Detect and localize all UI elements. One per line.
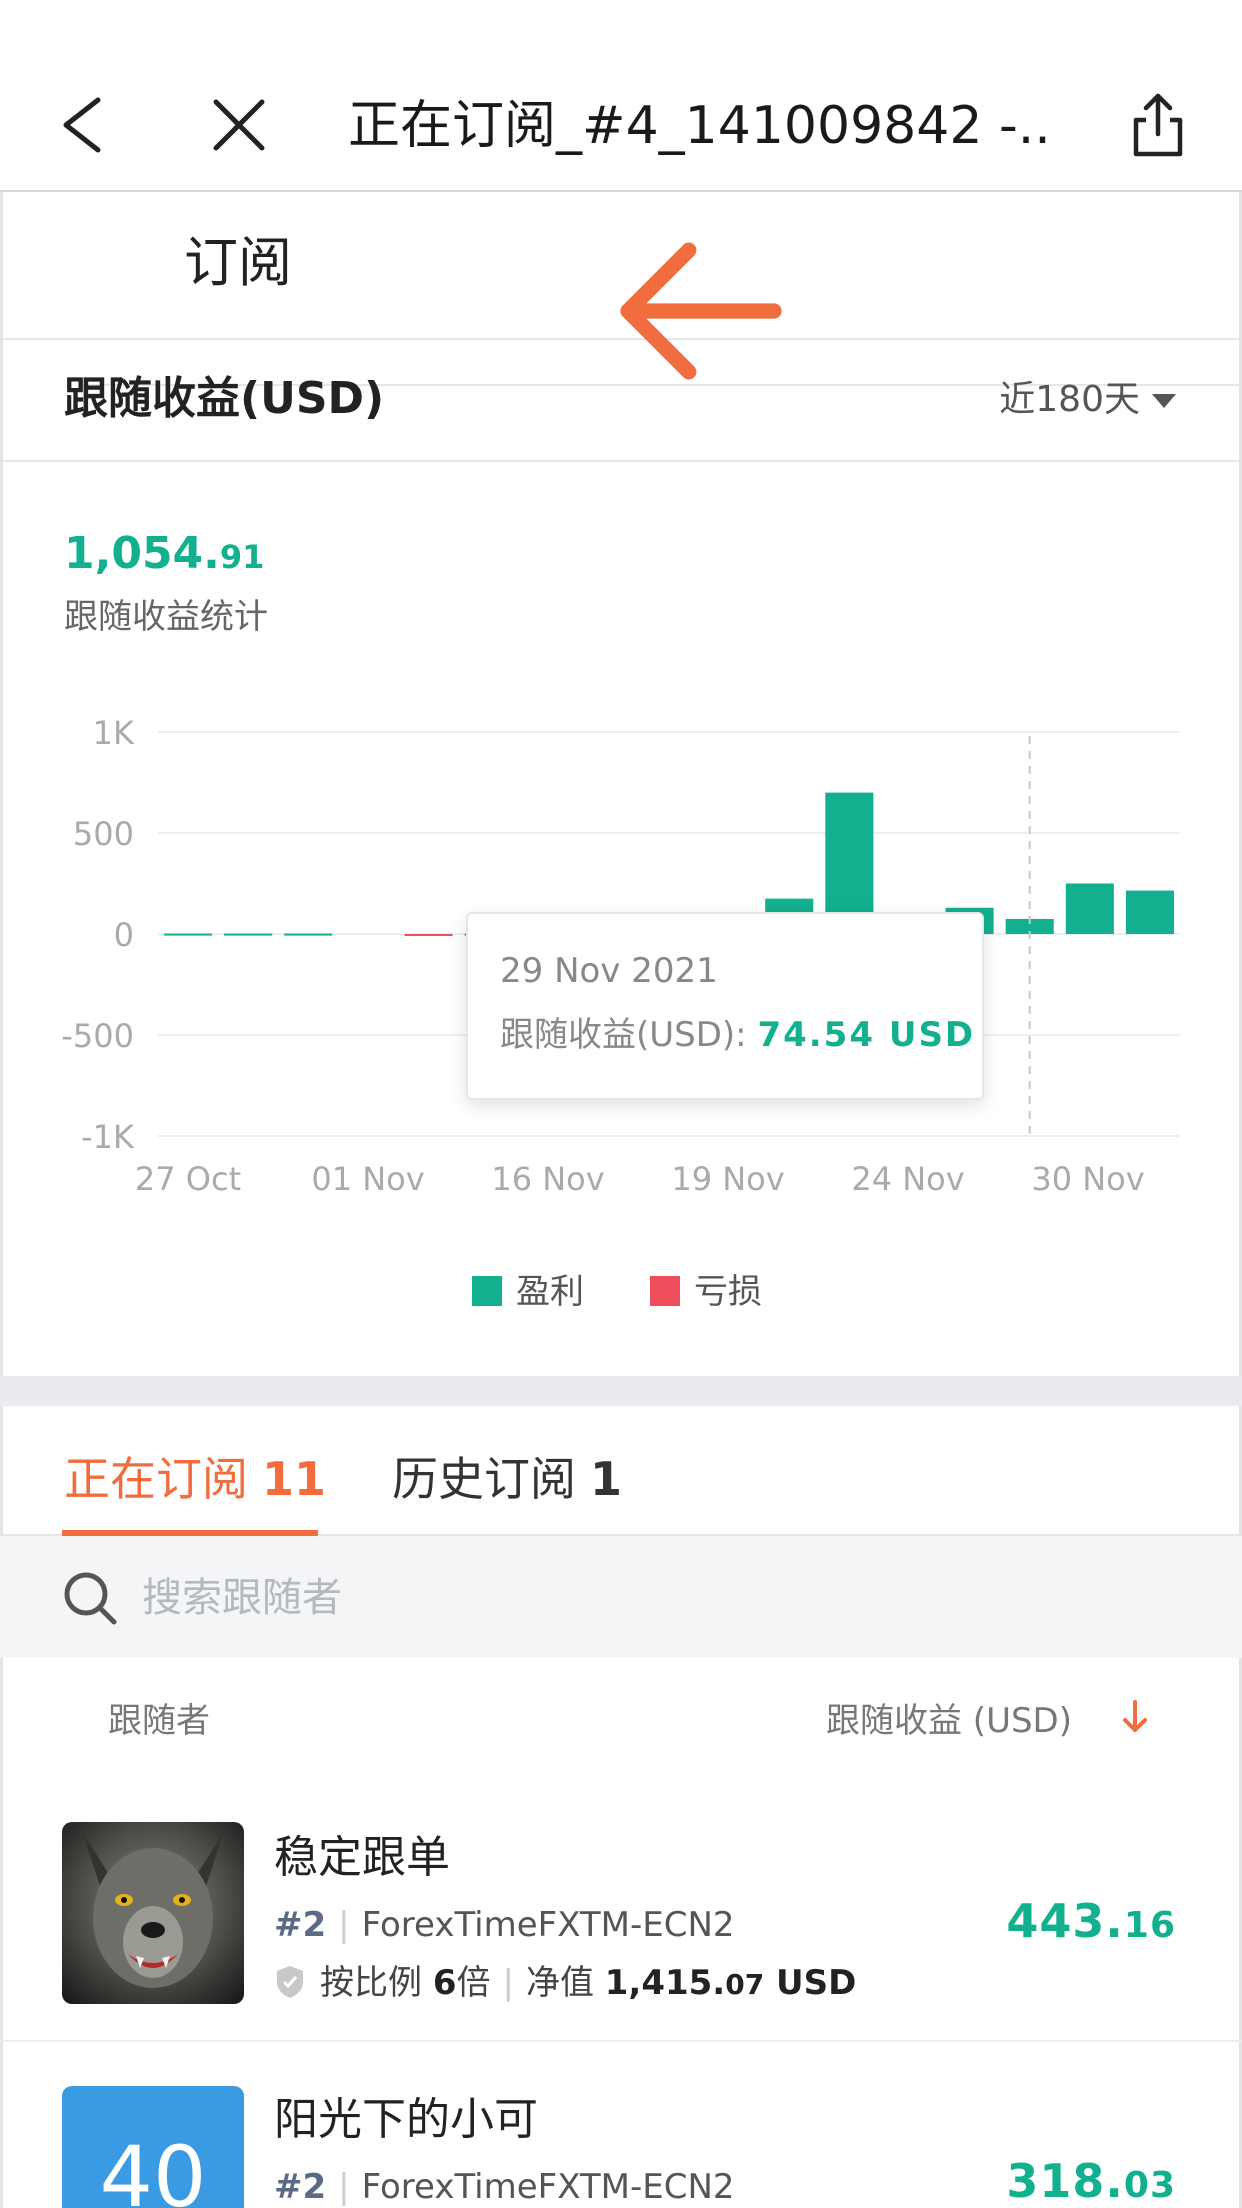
profit-dec: 03 xyxy=(1123,2165,1176,2206)
legend-swatch-profit xyxy=(472,1275,502,1306)
copy-mode-suffix: 倍 xyxy=(456,1963,491,2003)
legend-item-profit[interactable]: 盈利 xyxy=(472,1270,584,1314)
bar-profit xyxy=(164,933,213,936)
equity-dec: 07 xyxy=(725,1968,765,2001)
share-icon[interactable] xyxy=(1132,92,1184,158)
tab-count: 1 xyxy=(590,1452,623,1506)
close-icon[interactable] xyxy=(212,96,266,154)
x-tick-label: 24 Nov xyxy=(851,1160,964,1198)
section-divider xyxy=(0,1376,1242,1406)
equity-int: 1,415. xyxy=(604,1963,726,2003)
tooltip-label: 跟随收益(USD): xyxy=(500,1015,747,1055)
back-chevron-icon[interactable] xyxy=(58,96,104,154)
tab-label: 历史订阅 xyxy=(392,1452,576,1506)
follower-detail: 按比例 6倍 | 净值 1,415.07 USD xyxy=(274,1958,856,2010)
x-tick-label: 16 Nov xyxy=(491,1160,604,1198)
legend-label-profit: 盈利 xyxy=(516,1272,584,1312)
tab-count: 11 xyxy=(262,1452,327,1506)
separator: | xyxy=(338,2167,350,2207)
search-bar[interactable]: 搜索跟随者 xyxy=(0,1536,1242,1658)
total-int: 1,054. xyxy=(64,528,220,579)
profit-int: 443. xyxy=(1006,1894,1124,1948)
follower-profit: 318.03 xyxy=(1006,2154,1176,2208)
subheader-title: 订阅 xyxy=(184,231,292,294)
column-earnings[interactable]: 跟随收益 (USD) xyxy=(826,1696,1072,1746)
earnings-section-header: 跟随收益(USD) 近180天 xyxy=(0,340,1242,462)
list-item[interactable]: 稳定跟单 #2 | ForexTimeFXTM-ECN2 按比例 6倍 | 净值 1,4… xyxy=(0,1778,1242,2042)
legend-item-loss[interactable]: 亏损 xyxy=(650,1270,762,1314)
copy-multiplier: 6 xyxy=(432,1963,457,2003)
x-tick-label: 27 Oct xyxy=(135,1160,241,1198)
follower-name: 阳光下的小可 xyxy=(274,2094,538,2145)
rank-badge: #2 xyxy=(274,1905,327,1945)
equity-unit: USD xyxy=(776,1963,857,2003)
sort-down-arrow-icon[interactable] xyxy=(1120,1696,1150,1736)
avatar: 40 xyxy=(62,2086,244,2208)
rank-badge: #2 xyxy=(274,2167,327,2207)
tab-current-subscriptions[interactable]: 正在订阅 11 xyxy=(64,1446,326,1512)
caret-down-icon xyxy=(1152,394,1176,408)
column-follower: 跟随者 xyxy=(108,1701,210,1741)
bar-profit xyxy=(224,933,273,936)
subscription-tabs: 正在订阅 11 历史订阅 1 xyxy=(0,1406,1242,1536)
tooltip-row: 跟随收益(USD): 74.54 USD xyxy=(500,1012,975,1058)
equity-value: 1,415.07 USD xyxy=(605,1963,857,2003)
separator: | xyxy=(338,1905,350,1945)
profit-int: 318. xyxy=(1006,2154,1124,2208)
legend-label-loss: 亏损 xyxy=(694,1272,762,1312)
bar-profit xyxy=(1125,890,1174,934)
follower-profit: 443.16 xyxy=(1006,1894,1176,1948)
bar-loss xyxy=(404,934,453,936)
separator: | xyxy=(502,1963,514,2003)
follower-meta: #2 | ForexTimeFXTM-ECN2 xyxy=(274,2162,735,2208)
range-label: 近180天 xyxy=(999,379,1140,420)
y-tick-label: 0 xyxy=(114,916,134,954)
copy-mode-prefix: 按比例 xyxy=(320,1963,422,2003)
x-tick-label: 19 Nov xyxy=(671,1160,784,1198)
list-item[interactable]: 40 阳光下的小可 #2 | ForexTimeFXTM-ECN2 318.03 xyxy=(0,2042,1242,2208)
bar-profit xyxy=(284,933,333,936)
tooltip-date: 29 Nov 2021 xyxy=(500,951,718,991)
equity-label: 净值 xyxy=(525,1963,594,2003)
page-title: 正在订阅_#4_141009842 -... xyxy=(348,96,1048,156)
legend-swatch-loss xyxy=(650,1275,680,1306)
tab-history-subscriptions[interactable]: 历史订阅 1 xyxy=(392,1446,622,1512)
x-tick-label: 30 Nov xyxy=(1031,1160,1144,1198)
server-name: ForexTimeFXTM-ECN2 xyxy=(361,2167,735,2207)
x-tick-label: 01 Nov xyxy=(311,1160,424,1198)
total-earnings: 1,054.91 xyxy=(64,528,264,579)
profit-dec: 16 xyxy=(1123,1905,1176,1946)
tooltip-value: 74.54 USD xyxy=(757,1015,976,1055)
server-name: ForexTimeFXTM-ECN2 xyxy=(361,1905,735,1945)
search-input[interactable]: 搜索跟随者 xyxy=(142,1570,342,1626)
range-dropdown[interactable]: 近180天 xyxy=(999,372,1176,428)
y-tick-label: -1K xyxy=(81,1118,135,1156)
chart-tooltip: 29 Nov 2021 跟随收益(USD): 74.54 USD xyxy=(466,912,984,1100)
y-tick-label: -500 xyxy=(61,1017,134,1055)
list-header: 跟随者 跟随收益 (USD) xyxy=(0,1658,1242,1778)
y-tick-label: 500 xyxy=(73,815,134,853)
section-title: 跟随收益(USD) xyxy=(64,373,385,424)
chart-legend: 盈利 亏损 xyxy=(0,1270,1242,1314)
total-earnings-label: 跟随收益统计 xyxy=(64,597,268,637)
shield-icon xyxy=(277,1965,303,1998)
avatar xyxy=(62,1822,244,2004)
y-tick-label: 1K xyxy=(93,714,135,752)
wolf-avatar-icon xyxy=(62,1822,244,2004)
search-icon xyxy=(64,1572,117,1625)
follower-name: 稳定跟单 xyxy=(274,1832,450,1883)
follower-meta: #2 | ForexTimeFXTM-ECN2 xyxy=(274,1900,735,1950)
tab-label: 正在订阅 xyxy=(64,1452,248,1506)
browser-nav-bar: 正在订阅_#4_141009842 -... xyxy=(0,0,1242,192)
total-dec: 91 xyxy=(219,538,265,576)
bar-profit xyxy=(1065,883,1114,934)
